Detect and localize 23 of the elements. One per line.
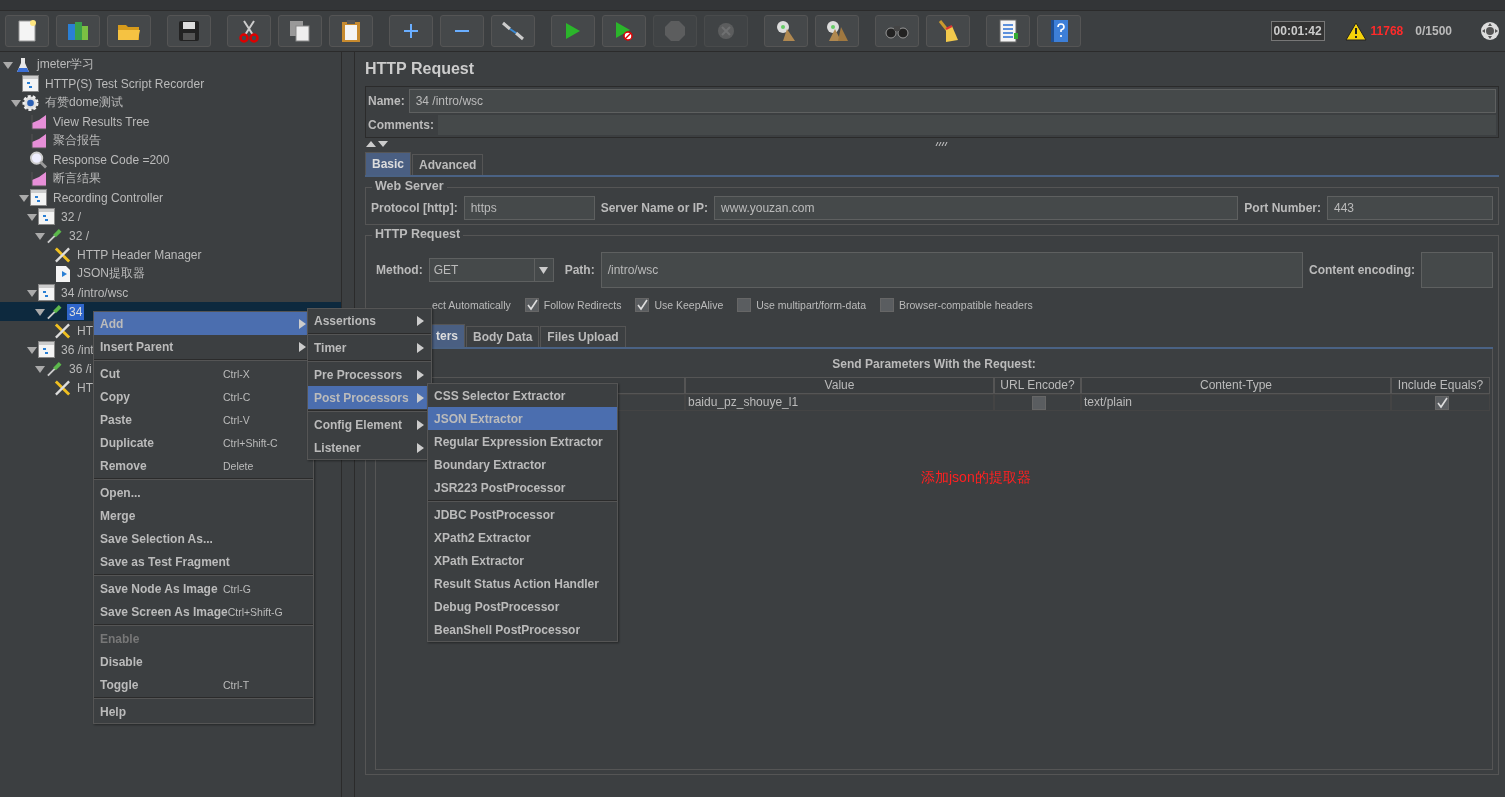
panel-title: HTTP Request	[365, 60, 476, 79]
group-title: Web Server	[372, 179, 447, 193]
error-count: 11768	[1370, 24, 1404, 38]
table-cell: baidu_pz_shouye_l1	[685, 394, 994, 411]
checkbox-label: Use KeepAlive	[654, 299, 724, 311]
field-label: Protocol [http]:	[371, 201, 458, 215]
field-label: Name:	[368, 94, 405, 108]
field-label: Server Name or IP:	[600, 201, 709, 215]
section-title: Send Parameters With the Request:	[832, 357, 1036, 371]
checkbox-label: Follow Redirects	[543, 299, 622, 311]
field-label: Path:	[564, 263, 595, 277]
field-label: Content encoding:	[1309, 263, 1415, 277]
annotation-text: 添加json的提取器	[921, 469, 1032, 487]
checkbox-label: ect Automatically	[432, 299, 511, 311]
thread-count: 0/1500	[1415, 24, 1452, 38]
table-cell: text/plain	[1081, 394, 1391, 411]
checkbox-label: Use multipart/form-data	[756, 299, 866, 311]
field-label: Port Number:	[1244, 201, 1321, 215]
checkbox-label: Browser-compatible headers	[899, 299, 1033, 311]
group-title: HTTP Request	[372, 227, 464, 241]
elapsed-time: 00:01:42	[1270, 21, 1325, 41]
field-label: Method:	[376, 263, 423, 277]
field-label: Comments:	[368, 118, 434, 132]
